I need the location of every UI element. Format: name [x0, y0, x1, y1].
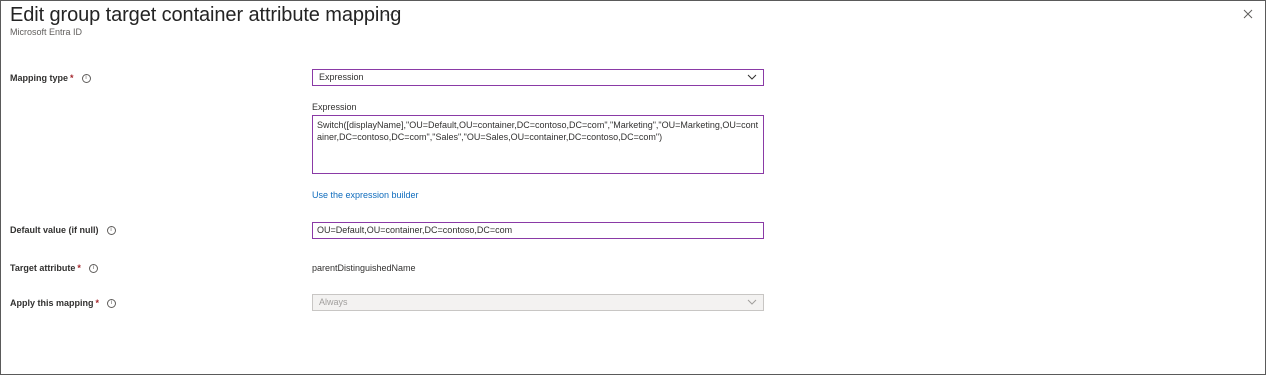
info-icon[interactable]: i — [107, 299, 117, 309]
info-icon[interactable]: i — [81, 74, 91, 84]
close-icon[interactable] — [1241, 7, 1255, 21]
default-value-label: Default value (if null) i — [10, 225, 116, 236]
apply-mapping-dropdown: Always — [312, 294, 764, 311]
target-attribute-value: parentDistinguishedName — [312, 263, 416, 273]
panel: Edit group target container attribute ma… — [0, 0, 1266, 375]
expression-builder-link[interactable]: Use the expression builder — [312, 190, 419, 200]
required-asterisk: * — [70, 73, 74, 83]
mapping-type-dropdown[interactable]: Expression — [312, 69, 764, 86]
mapping-type-value: Expression — [319, 72, 364, 82]
info-icon[interactable]: i — [106, 226, 116, 236]
apply-mapping-value: Always — [319, 297, 348, 307]
required-asterisk: * — [95, 298, 100, 308]
chevron-down-icon — [747, 299, 757, 305]
mapping-type-label: Mapping type * i — [10, 73, 91, 84]
more-options-button[interactable]: ··· — [384, 7, 399, 21]
required-asterisk: * — [77, 263, 81, 273]
page-subtitle: Microsoft Entra ID — [10, 27, 83, 37]
default-value-input[interactable]: OU=Default,OU=container,DC=contoso,DC=co… — [312, 222, 764, 239]
page-title: Edit group target container attribute ma… — [10, 4, 402, 26]
target-attribute-label: Target attribute * i — [10, 263, 98, 274]
apply-mapping-label: Apply this mapping * i — [10, 298, 117, 309]
chevron-down-icon — [747, 74, 757, 80]
expression-textarea[interactable]: Switch([displayName],"OU=Default,OU=cont… — [312, 115, 764, 174]
expression-label: Expression — [312, 102, 357, 112]
info-icon[interactable]: i — [88, 264, 98, 274]
